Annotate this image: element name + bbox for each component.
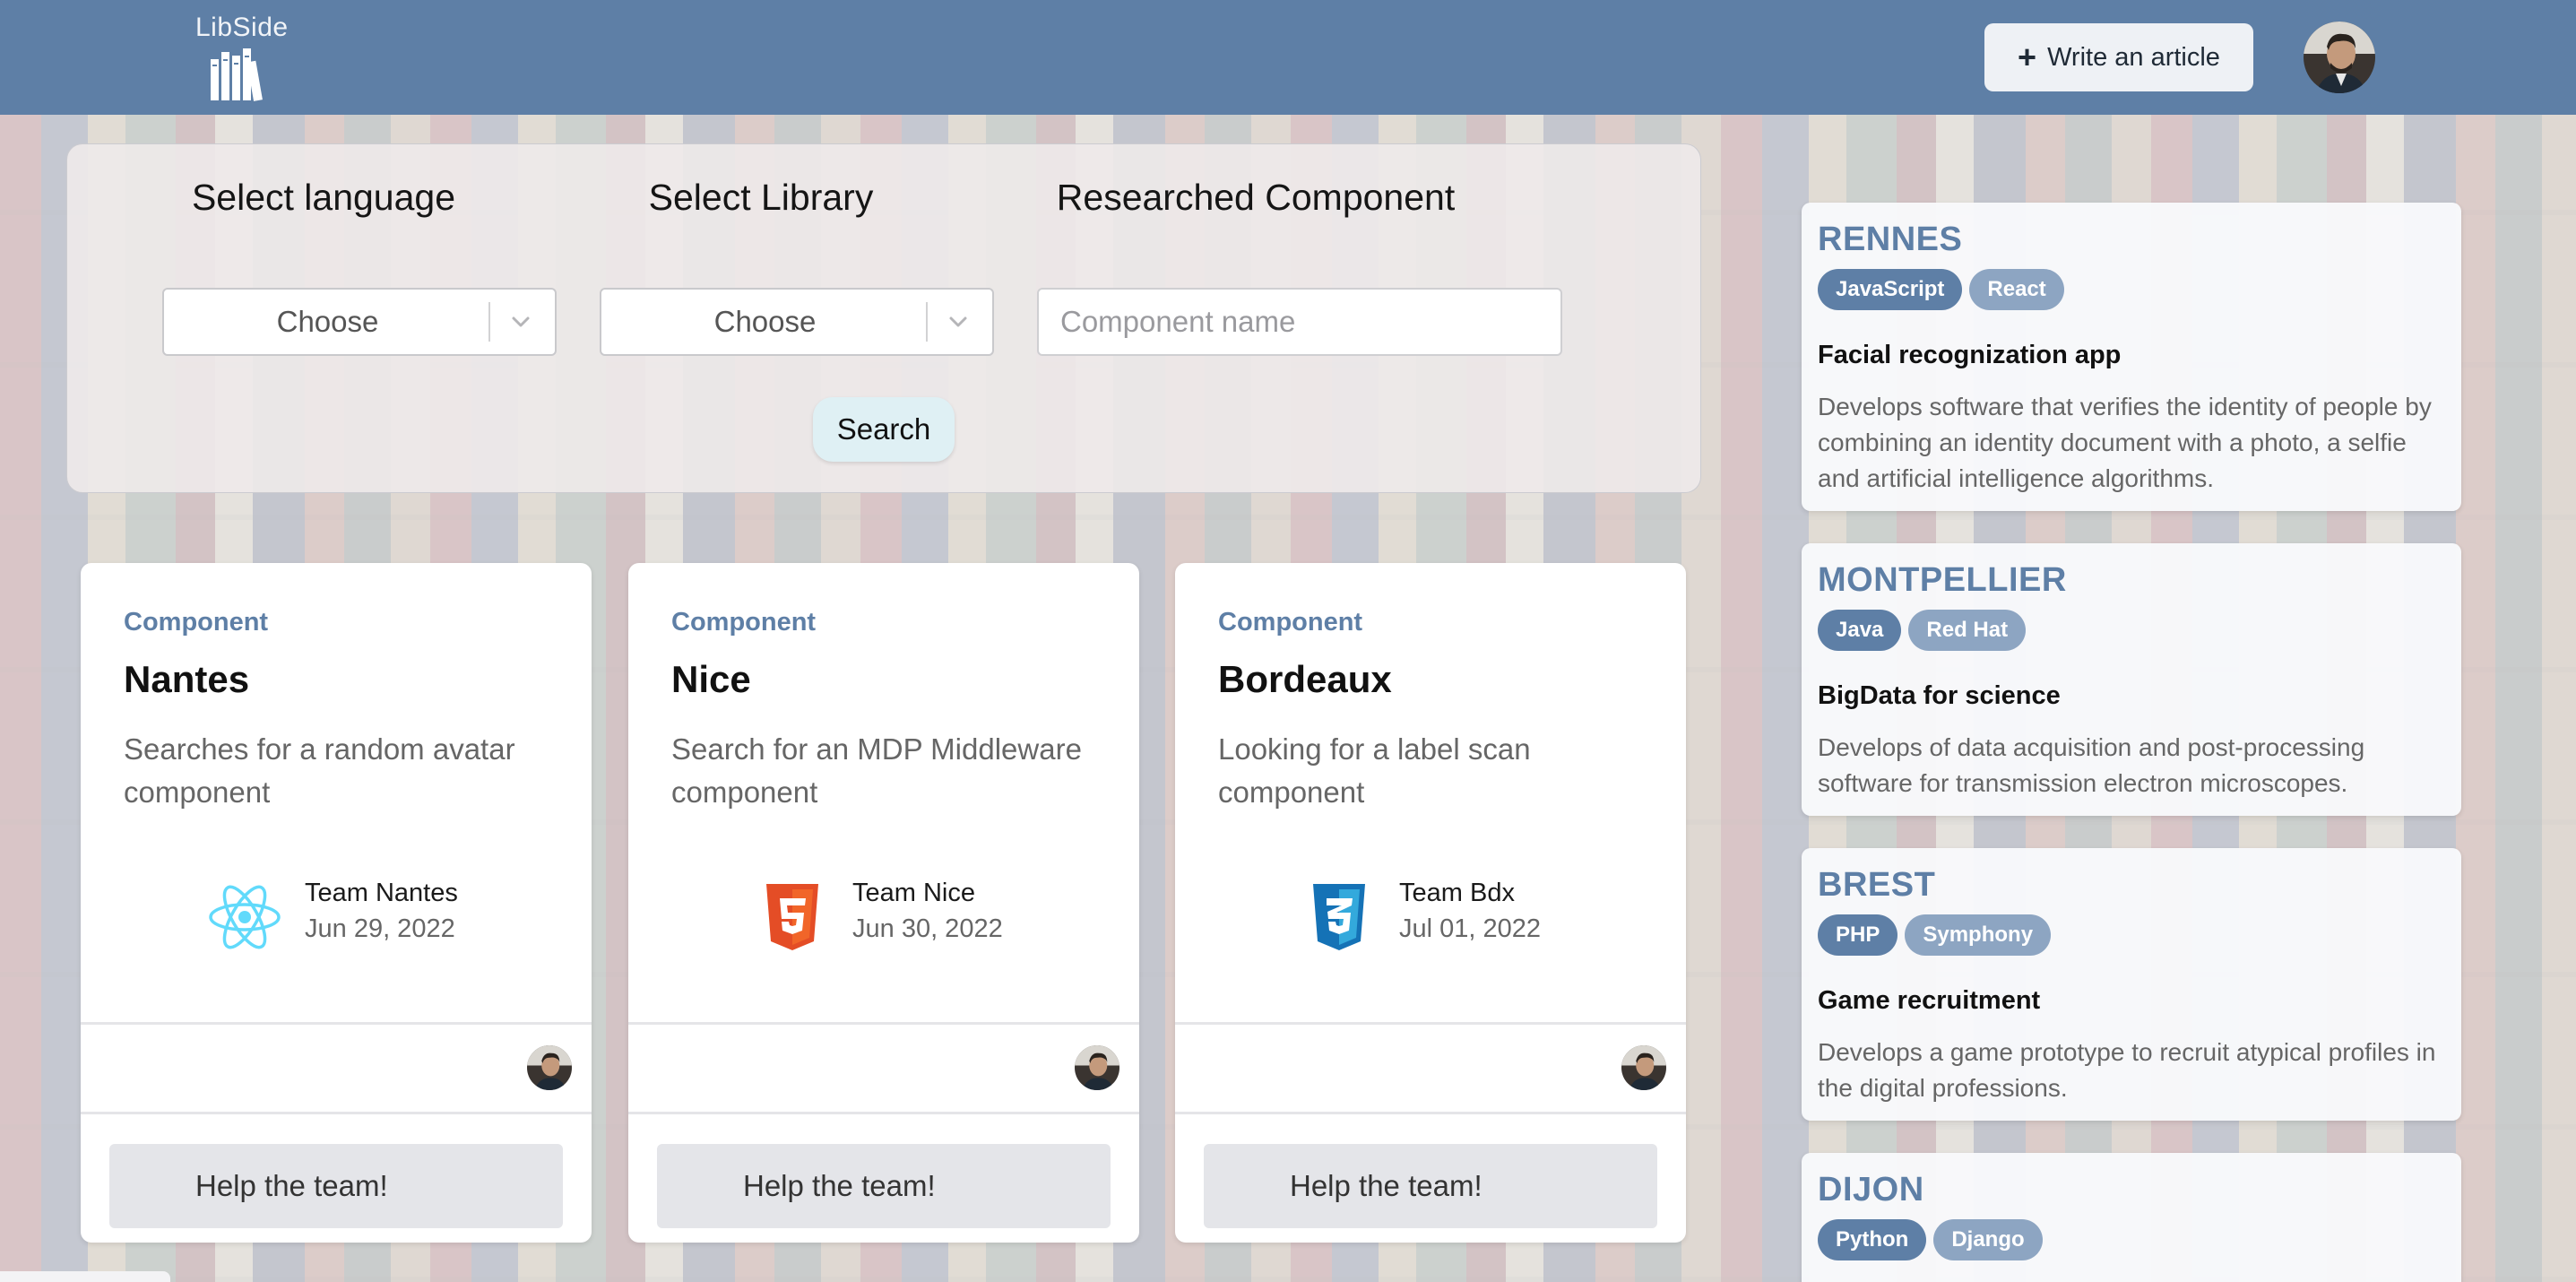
article-card-dijon[interactable]: DIJON Python Django xyxy=(1802,1153,2461,1282)
card-divider xyxy=(81,1112,592,1114)
card-divider xyxy=(1175,1112,1686,1114)
team-date: Jun 30, 2022 xyxy=(852,914,1003,943)
top-navbar: LibSide + Write an article xyxy=(0,0,2576,115)
chevron-down-icon[interactable] xyxy=(940,306,976,338)
article-city[interactable]: BREST xyxy=(1818,866,1935,905)
component-name-input[interactable] xyxy=(1037,288,1562,356)
avatar-image xyxy=(1621,1045,1666,1090)
article-card-rennes[interactable]: RENNES JavaScript React Facial recogniza… xyxy=(1802,203,2461,511)
article-city[interactable]: MONTPELLIER xyxy=(1818,561,2067,600)
member-avatar[interactable] xyxy=(527,1045,572,1090)
books-icon xyxy=(211,48,263,101)
chevron-down-icon[interactable] xyxy=(503,306,539,338)
tag-badge[interactable]: Java xyxy=(1818,610,1902,651)
tag-badge[interactable]: Symphony xyxy=(1905,914,2052,956)
help-team-button[interactable]: Help the team! xyxy=(657,1144,1111,1228)
card-description: Search for an MDP Middleware component xyxy=(671,732,1082,809)
tag-badge[interactable]: Red Hat xyxy=(1908,610,2027,651)
select-separator xyxy=(488,302,490,342)
library-select-value: Choose xyxy=(713,305,817,338)
article-description: Develops a game prototype to recruit aty… xyxy=(1818,1038,2436,1102)
article-tags: PHP Symphony xyxy=(1818,914,2052,956)
member-avatar[interactable] xyxy=(1075,1045,1119,1090)
write-article-label: Write an article xyxy=(2047,42,2220,72)
avatar-image xyxy=(2304,22,2375,93)
help-team-button[interactable]: Help the team! xyxy=(109,1144,563,1228)
tag-badge[interactable]: JavaScript xyxy=(1818,269,1963,310)
language-select[interactable]: Choose xyxy=(162,288,557,356)
avatar-image xyxy=(1075,1045,1119,1090)
article-title[interactable]: Game recruitment xyxy=(1818,986,2040,1016)
help-team-button[interactable]: Help the team! xyxy=(1204,1144,1657,1228)
article-card-montpellier[interactable]: MONTPELLIER Java Red Hat BigData for sci… xyxy=(1802,543,2461,816)
article-tags: Python Django xyxy=(1818,1219,2043,1260)
team-date: Jun 29, 2022 xyxy=(305,914,455,943)
member-avatar[interactable] xyxy=(1621,1045,1666,1090)
react-icon xyxy=(209,885,281,949)
card-divider xyxy=(81,1022,592,1025)
card-divider xyxy=(628,1112,1139,1114)
card-title[interactable]: Nantes xyxy=(124,658,249,701)
html5-icon xyxy=(766,884,818,950)
article-card-brest[interactable]: BREST PHP Symphony Game recruitment Deve… xyxy=(1802,848,2461,1121)
library-label: Select Library xyxy=(648,177,874,218)
card-title[interactable]: Nice xyxy=(671,658,751,701)
language-label: Select language xyxy=(191,177,456,218)
card-kicker: Component xyxy=(671,608,817,637)
article-city[interactable]: RENNES xyxy=(1818,221,1962,259)
component-card-nice[interactable]: Component Nice Search for an MDP Middlew… xyxy=(628,563,1139,1243)
component-card-nantes[interactable]: Component Nantes Searches for a random a… xyxy=(81,563,592,1243)
card-divider xyxy=(1175,1022,1686,1025)
article-city[interactable]: DIJON xyxy=(1818,1171,1924,1209)
card-description: Searches for a random avatar component xyxy=(124,732,515,809)
team-name: Team Bdx xyxy=(1399,879,1515,907)
write-article-button[interactable]: + Write an article xyxy=(1984,23,2253,91)
card-title[interactable]: Bordeaux xyxy=(1218,658,1392,701)
search-button[interactable]: Search xyxy=(813,397,955,462)
team-date: Jul 01, 2022 xyxy=(1399,914,1542,943)
corner-tab xyxy=(0,1271,170,1282)
tag-badge[interactable]: Django xyxy=(1933,1219,2043,1260)
team-name: Team Nice xyxy=(852,879,975,907)
css3-icon xyxy=(1313,884,1365,950)
logo-text: LibSide xyxy=(195,13,289,42)
tag-badge[interactable]: Python xyxy=(1818,1219,1927,1260)
team-name: Team Nantes xyxy=(305,879,458,907)
article-description: Develops software that verifies the iden… xyxy=(1818,393,2432,492)
tag-badge[interactable]: React xyxy=(1969,269,2064,310)
article-description: Develops of data acquisition and post-pr… xyxy=(1818,733,2365,797)
language-select-value: Choose xyxy=(276,305,379,338)
card-divider xyxy=(628,1022,1139,1025)
library-select[interactable]: Choose xyxy=(600,288,994,356)
card-kicker: Component xyxy=(124,608,269,637)
select-separator xyxy=(926,302,928,342)
tag-badge[interactable]: PHP xyxy=(1818,914,1898,956)
avatar-image xyxy=(527,1045,572,1090)
component-card-bordeaux[interactable]: Component Bordeaux Looking for a label s… xyxy=(1175,563,1686,1243)
plus-icon: + xyxy=(2018,39,2037,75)
article-title[interactable]: Facial recognization app xyxy=(1818,341,2121,370)
article-tags: Java Red Hat xyxy=(1818,610,2027,651)
article-title[interactable]: BigData for science xyxy=(1818,681,2061,711)
app-logo[interactable]: LibSide xyxy=(195,13,289,102)
component-label: Researched Component xyxy=(1056,177,1456,218)
search-panel: Select language Select Library Researche… xyxy=(66,143,1701,493)
article-tags: JavaScript React xyxy=(1818,269,2064,310)
user-avatar[interactable] xyxy=(2304,22,2375,93)
card-kicker: Component xyxy=(1218,608,1363,637)
card-description: Looking for a label scan component xyxy=(1218,732,1531,809)
